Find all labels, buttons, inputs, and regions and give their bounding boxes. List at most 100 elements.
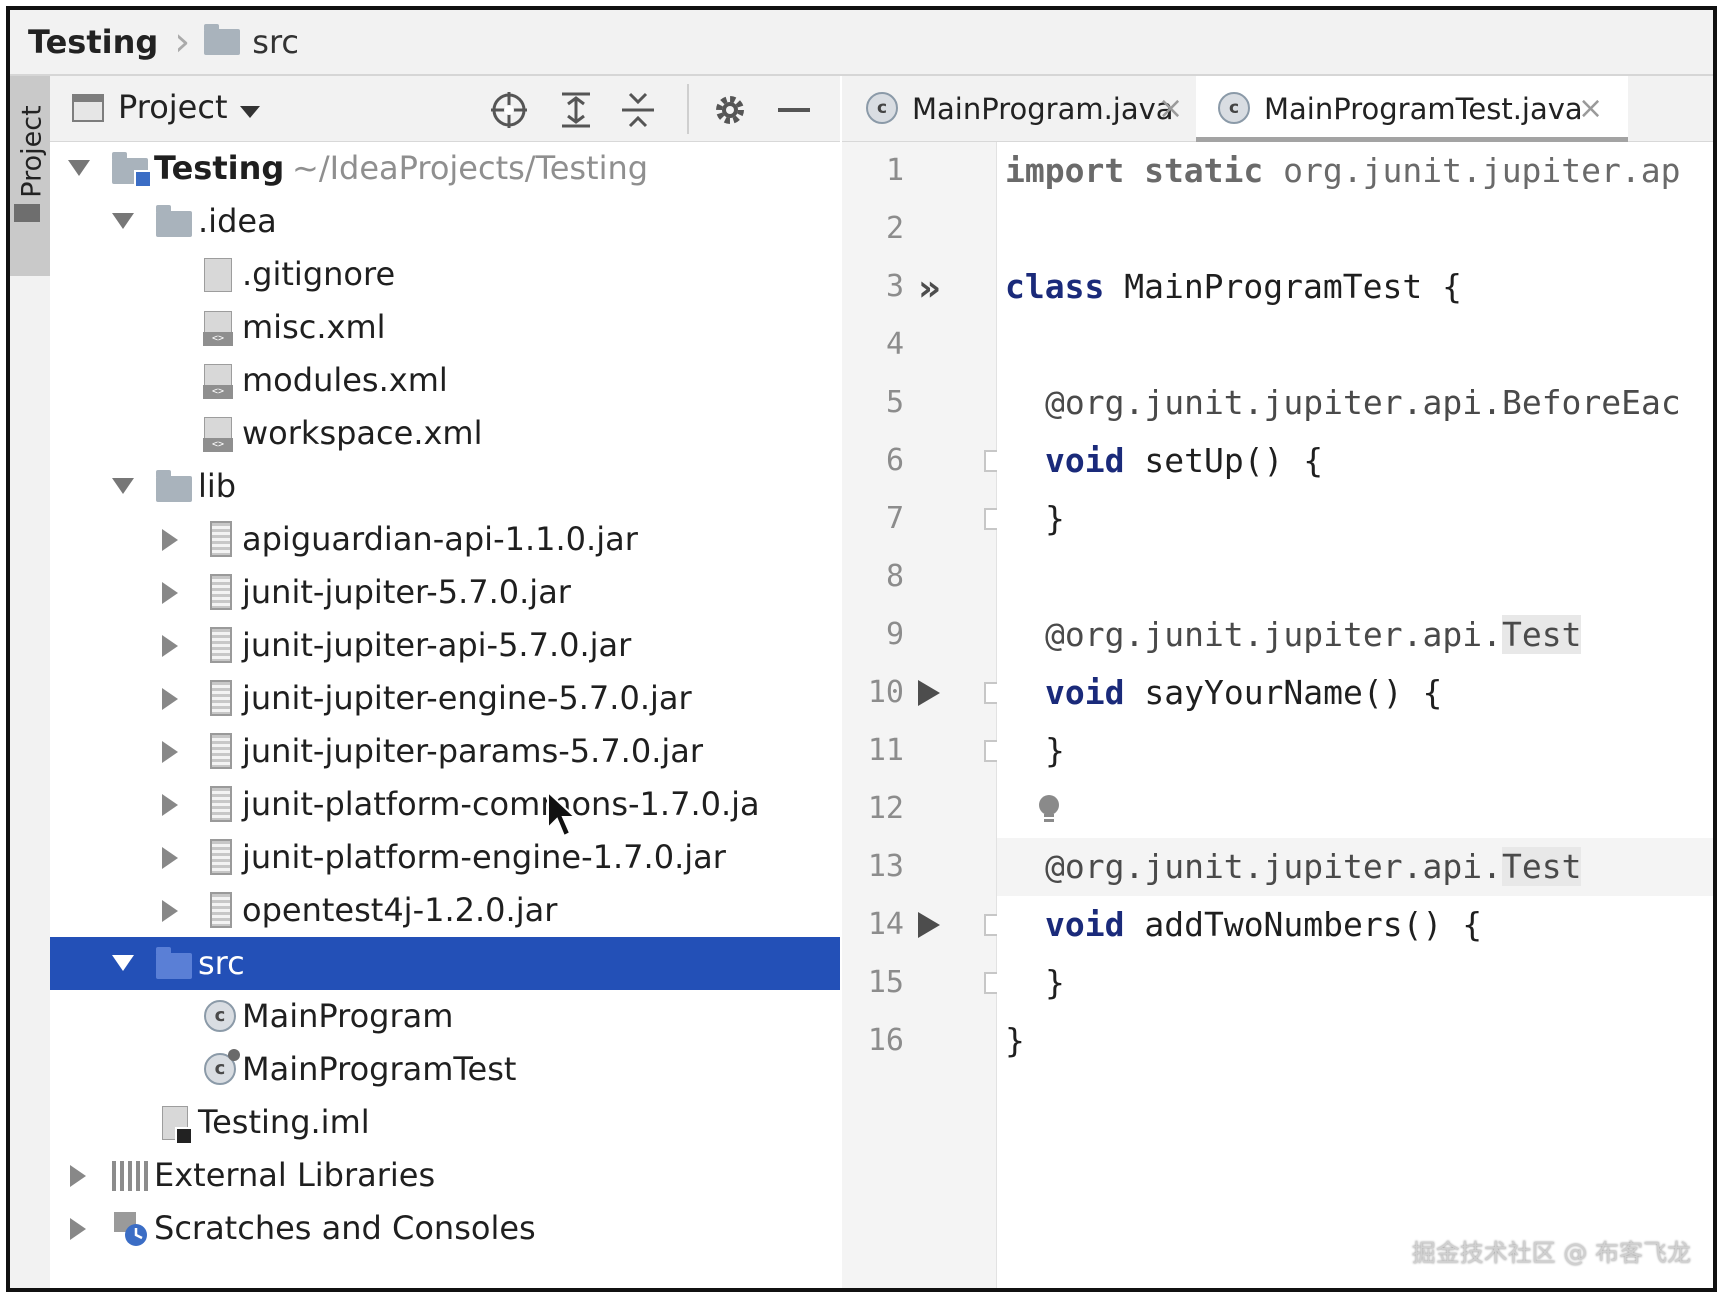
tree-item-jar[interactable]: junit-jupiter-api-5.7.0.jar [50,619,840,672]
tree-item-label: Scratches and Consoles [154,1209,536,1247]
expand-all-icon[interactable] [554,88,598,132]
tree-item-misc[interactable]: <> misc.xml [50,301,840,354]
line-number: 8 [885,559,904,594]
run-test-icon[interactable] [918,912,940,938]
line-number: 9 [885,617,904,652]
code-text: setUp() { [1124,441,1324,480]
module-file-icon [162,1106,193,1145]
collapse-arrow-icon[interactable] [162,794,178,816]
annotation: @org.junit.jupiter.api. [1045,847,1502,886]
tree-item-mainprogram[interactable]: c MainProgram [50,990,840,1043]
tree-item-src[interactable]: src [50,937,840,990]
collapse-arrow-icon[interactable] [162,847,178,869]
project-view-selector[interactable]: Project [118,88,227,126]
tab-label: MainProgram.java [912,92,1174,126]
line-number: 4 [885,327,904,362]
collapse-arrow-icon[interactable] [162,529,178,551]
code-line: void addTwoNumbers() { [997,896,1713,954]
tree-item-jar[interactable]: junit-platform-engine-1.7.0.jar [50,831,840,884]
code-text: MainProgramTest { [1104,267,1462,306]
collapse-arrow-icon[interactable] [70,1165,86,1187]
line-number: 5 [885,385,904,420]
keyword: import static [1005,151,1264,190]
jar-icon [210,733,232,769]
tree-item-mainprogramtest[interactable]: c MainProgramTest [50,1043,840,1096]
run-all-tests-icon[interactable]: » [918,268,941,309]
code-line: } [997,954,1713,1012]
breadcrumb: Testing › src [10,10,1713,76]
code-line: } [997,1012,1713,1070]
jar-icon [210,892,232,928]
close-icon[interactable]: × [1578,76,1603,142]
breadcrumb-project[interactable]: Testing [28,23,158,61]
tree-item-label: workspace.xml [242,414,483,452]
tree-item-idea[interactable]: .idea [50,195,840,248]
tab-mainprogram[interactable]: c MainProgram.java × [842,76,1194,142]
code-line: class MainProgramTest { [997,258,1713,316]
tree-item-jar[interactable]: junit-platform-commons-1.7.0.ja [50,778,840,831]
tree-item-lib[interactable]: lib [50,460,840,513]
locate-file-icon[interactable] [487,88,531,132]
test-class-icon: c [204,1049,240,1085]
tree-item-external-libraries[interactable]: External Libraries [50,1149,840,1202]
code-text: addTwoNumbers() { [1124,905,1483,944]
line-number: 12 [867,791,904,826]
tree-item-jar[interactable]: opentest4j-1.2.0.jar [50,884,840,937]
tree-item-gitignore[interactable]: .gitignore [50,248,840,301]
keyword: class [1005,267,1105,306]
tree-item-label: .idea [198,202,277,240]
collapse-arrow-icon[interactable] [70,1218,86,1240]
collapse-arrow-icon[interactable] [162,635,178,657]
folder-icon [156,205,192,237]
tree-item-jar[interactable]: apiguardian-api-1.1.0.jar [50,513,840,566]
lightbulb-icon[interactable] [1037,794,1061,824]
tree-item-workspace[interactable]: <> workspace.xml [50,407,840,460]
tree-item-jar[interactable]: junit-jupiter-5.7.0.jar [50,566,840,619]
tree-item-root[interactable]: Testing ~/IdeaProjects/Testing [50,142,840,195]
annotation-name: Test [1501,615,1582,654]
expand-arrow-icon[interactable] [112,955,134,971]
line-number: 11 [867,733,904,768]
code-editor[interactable]: import static org.junit.jupiter.ap class… [997,142,1713,1288]
code-line: @org.junit.jupiter.api.Test [997,606,1713,664]
expand-arrow-icon[interactable] [68,160,90,176]
folder-icon [156,470,192,502]
xml-file-icon: <> [203,311,233,346]
toolbar-divider [687,84,689,134]
jar-icon [210,627,232,663]
gear-icon[interactable] [708,88,752,132]
mouse-pointer-icon [547,790,578,838]
expand-arrow-icon[interactable] [112,213,134,229]
tree-item-label: lib [198,467,237,505]
editor-gutter: 1 2 3 4 5 6 7 8 9 10 11 12 13 14 15 16 » [842,142,1002,1288]
project-tool-tab[interactable]: Project [10,76,50,276]
keyword: void [1045,441,1125,480]
tree-item-label: .gitignore [242,255,396,293]
tree-item-label: MainProgram [242,997,454,1035]
run-test-icon[interactable] [918,680,940,706]
chevron-down-icon[interactable] [240,106,260,118]
code-line: import static org.junit.jupiter.ap [997,142,1713,200]
tree-item-jar[interactable]: junit-jupiter-params-5.7.0.jar [50,725,840,778]
tree-item-label: MainProgramTest [242,1050,517,1088]
collapse-all-icon[interactable] [616,88,660,132]
tree-item-modules[interactable]: <> modules.xml [50,354,840,407]
ide-window: Testing › src Project Project Testing ~/… [6,6,1717,1292]
code-line-current: @org.junit.jupiter.api.Test [997,838,1713,896]
close-icon[interactable]: × [1158,76,1183,142]
collapse-arrow-icon[interactable] [162,900,178,922]
tree-item-label: junit-platform-commons-1.7.0.ja [242,785,760,823]
breadcrumb-src[interactable]: src [252,23,299,61]
expand-arrow-icon[interactable] [112,478,134,494]
libraries-icon [112,1161,152,1191]
tree-item-scratches[interactable]: Scratches and Consoles [50,1202,840,1255]
folder-icon [14,204,40,222]
code-text: } [1045,731,1065,770]
collapse-arrow-icon[interactable] [162,688,178,710]
tree-item-iml[interactable]: Testing.iml [50,1096,840,1149]
collapse-arrow-icon[interactable] [162,582,178,604]
collapse-arrow-icon[interactable] [162,741,178,763]
tab-mainprogramtest[interactable]: c MainProgramTest.java × [1196,76,1628,142]
tree-item-jar[interactable]: junit-jupiter-engine-5.7.0.jar [50,672,840,725]
hide-panel-icon[interactable] [772,88,816,132]
